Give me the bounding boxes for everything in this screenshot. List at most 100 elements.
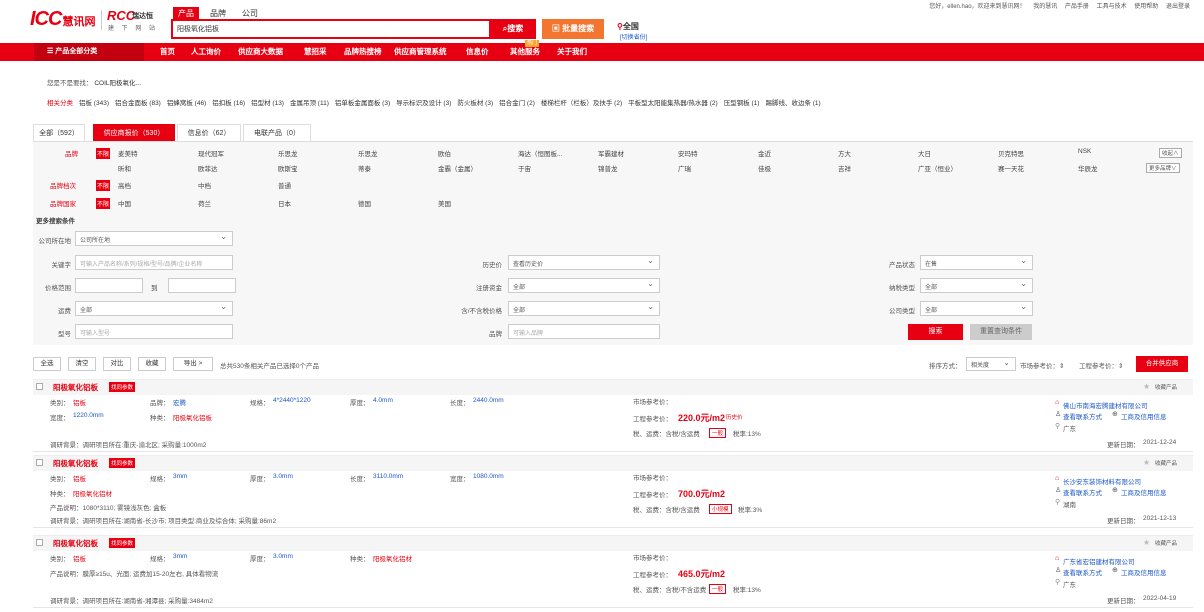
sort-market-price[interactable]: 市场参考价：⇕	[1020, 360, 1064, 370]
product-name[interactable]: 阳极氧化铝板	[53, 538, 98, 549]
related-category-item[interactable]: 铝扣板 (16)	[212, 100, 245, 107]
product-checkbox[interactable]	[36, 459, 43, 466]
brand-option[interactable]: 蒂泰	[358, 163, 371, 173]
view-contact-link[interactable]: 查看联系方式	[1063, 487, 1102, 497]
brand-option[interactable]: 方大	[838, 148, 851, 158]
tab-info-price[interactable]: 信息价（62）	[177, 124, 241, 142]
nav-supplier-data[interactable]: 供应商大数据	[238, 43, 283, 61]
search-input[interactable]: 阳极氧化铝板	[171, 19, 491, 39]
reset-button[interactable]: 重置查询条件	[970, 324, 1032, 340]
fav-star-icon[interactable]: ★	[1143, 538, 1150, 547]
sort-engineering-price[interactable]: 工程参考价：⇕	[1079, 360, 1123, 370]
tab-electric-product[interactable]: 电联产品（0）	[243, 124, 311, 142]
company-name-link[interactable]: 佛山市南海宏腾建材有限公司	[1063, 400, 1148, 410]
top-link-manual[interactable]: 产品手册	[1065, 4, 1089, 10]
product-name[interactable]: 阳极氧化铝板	[53, 458, 98, 469]
brand-option[interactable]: 金霸（金属）	[438, 163, 477, 173]
brand-option[interactable]: 金近	[758, 148, 771, 158]
brand-option[interactable]: 于宙	[518, 163, 531, 173]
brand-option[interactable]: 昕和	[118, 163, 131, 173]
country-germany[interactable]: 德国	[358, 198, 371, 208]
brand-option[interactable]: 佳极	[758, 163, 771, 173]
brand-option[interactable]: 安玛特	[678, 148, 698, 158]
fav-star-icon[interactable]: ★	[1143, 458, 1150, 467]
credit-info-link[interactable]: 工商及信用信息	[1121, 487, 1167, 497]
status-select[interactable]: 在售	[920, 255, 1033, 270]
grade-high[interactable]: 高档	[118, 180, 131, 190]
top-link-help[interactable]: 使用帮助	[1134, 4, 1158, 10]
sort-select[interactable]: 相关度	[966, 357, 1016, 371]
price-min-input[interactable]	[75, 278, 143, 293]
country-unlimited-tag[interactable]: 不限	[96, 198, 111, 209]
grade-normal[interactable]: 普通	[278, 180, 291, 190]
all-categories-menu[interactable]: ☰ 产品全部分类	[34, 43, 144, 61]
brand-option[interactable]: 贝克特思	[998, 148, 1024, 158]
tax-type-select[interactable]: 全部	[920, 278, 1033, 293]
export-button[interactable]: 导出 >	[173, 357, 213, 371]
brand-option[interactable]: 海达（恒图板...	[518, 148, 562, 158]
compare-button[interactable]: 对比	[103, 357, 131, 371]
favorite-product-link[interactable]: 收藏产品	[1155, 539, 1177, 547]
top-link-tools[interactable]: 工具与技术	[1097, 4, 1127, 10]
company-name-link[interactable]: 长沙安东装饰材料有限公司	[1063, 476, 1141, 486]
favorite-product-link[interactable]: 收藏产品	[1155, 383, 1177, 391]
related-category-item[interactable]: 铝合金门 (2)	[499, 100, 535, 107]
brand-option[interactable]: 乐思龙	[358, 148, 378, 158]
clear-button[interactable]: 清空	[68, 357, 96, 371]
brand-option[interactable]: 欧菲达	[198, 163, 218, 173]
product-checkbox[interactable]	[36, 539, 43, 546]
nav-brand-hot[interactable]: 品牌热搜榜	[344, 43, 382, 61]
nav-home[interactable]: 首页	[160, 43, 175, 61]
brand-option[interactable]: 赛一天花	[998, 163, 1024, 173]
nav-about[interactable]: 关于我们	[557, 43, 587, 61]
favorite-button[interactable]: 收藏	[138, 357, 166, 371]
tab-supplier-price[interactable]: 供应商报价（530）	[93, 124, 175, 142]
brand-option[interactable]: 锦普龙	[598, 163, 618, 173]
price-max-input[interactable]	[168, 278, 236, 293]
collapse-button[interactable]: 收起∧	[1159, 148, 1182, 158]
same-param-badge[interactable]: 找同参数	[109, 538, 136, 548]
location-selector[interactable]: ⚲全国	[617, 21, 639, 32]
suggestion-link[interactable]: COIL阳极氧化...	[94, 80, 141, 87]
country-netherlands[interactable]: 荷兰	[198, 198, 211, 208]
history-price-link[interactable]: 历史价	[726, 413, 743, 421]
product-name[interactable]: 阳极氧化铝板	[53, 382, 98, 393]
company-loc-select[interactable]: 公司所在地	[75, 231, 233, 246]
related-category-item[interactable]: 铝板 (343)	[79, 100, 109, 107]
brand-option[interactable]: 军霸建材	[598, 148, 624, 158]
brand-option[interactable]: 吉祥	[838, 163, 851, 173]
brand-unlimited-tag[interactable]: 不限	[96, 148, 111, 159]
related-category-item[interactable]: 导示标识及设计 (3)	[396, 100, 451, 107]
nav-supplier-mgmt[interactable]: 供应商管理系统	[394, 43, 447, 61]
brand-option[interactable]: NSK	[1078, 148, 1091, 155]
model-input[interactable]: 可输入型号	[75, 324, 233, 339]
country-japan[interactable]: 日本	[278, 198, 291, 208]
grade-unlimited-tag[interactable]: 不限	[96, 180, 111, 191]
brand-option[interactable]: 乐思龙	[278, 148, 298, 158]
credit-info-link[interactable]: 工商及信用信息	[1121, 411, 1167, 421]
related-category-item[interactable]: 金属吊顶 (11)	[290, 100, 329, 107]
brand-input[interactable]: 可输入品牌	[508, 324, 660, 339]
top-link-my[interactable]: 我的慧讯	[1033, 4, 1057, 10]
product-checkbox[interactable]	[36, 383, 43, 390]
brand-option[interactable]: 欧斯宝	[278, 163, 298, 173]
brand-option[interactable]: 广亚（恒业）	[918, 163, 957, 173]
capital-select[interactable]: 全部	[508, 278, 660, 293]
related-category-item[interactable]: 铝合金面板 (83)	[115, 100, 161, 107]
related-category-item[interactable]: 铝蜂窝板 (46)	[167, 100, 206, 107]
fav-star-icon[interactable]: ★	[1143, 382, 1150, 391]
brand-option[interactable]: 现代冠军	[198, 148, 224, 158]
brand-option[interactable]: 广瑞	[678, 163, 691, 173]
merge-supplier-button[interactable]: 合并供应商	[1136, 356, 1188, 372]
related-category-item[interactable]: 平板型太阳能集热器/热水器 (2)	[628, 100, 718, 107]
nav-info-price[interactable]: 信息价	[466, 43, 489, 61]
brand-option[interactable]: 麦美特	[118, 148, 138, 158]
related-category-item[interactable]: 防火板材 (3)	[457, 100, 493, 107]
company-name-link[interactable]: 广东省宏铝建材有限公司	[1063, 556, 1135, 566]
taxinc-select[interactable]: 全部	[508, 301, 660, 316]
country-china[interactable]: 中国	[118, 198, 131, 208]
select-all-button[interactable]: 全选	[33, 357, 61, 371]
same-param-badge[interactable]: 找同参数	[109, 382, 136, 392]
credit-info-link[interactable]: 工商及信用信息	[1121, 567, 1167, 577]
view-contact-link[interactable]: 查看联系方式	[1063, 567, 1102, 577]
